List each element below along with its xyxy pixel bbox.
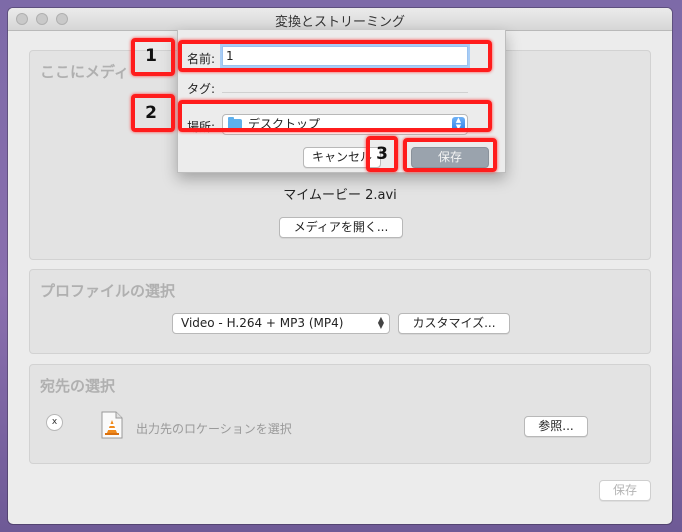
customize-button[interactable]: カスタマイズ... xyxy=(398,313,510,334)
tags-label: タグ: xyxy=(187,82,216,96)
vlc-cone-document-icon xyxy=(101,411,123,439)
profile-section-title: プロファイルの選択 xyxy=(40,282,176,300)
profile-select-value: Video - H.264 + MP3 (MP4) xyxy=(181,316,344,330)
annotation-number-1: 1 xyxy=(145,46,157,66)
convert-stream-window: 変換とストリーミング ここにメディ マイムービー 2.avi メディアを開く..… xyxy=(8,8,672,524)
media-section-title: ここにメディ xyxy=(40,63,129,81)
browse-button[interactable]: 参照... xyxy=(524,416,588,437)
tags-field[interactable] xyxy=(222,92,468,93)
destination-section: 宛先の選択 x 出力先のロケーションを選択 参照... xyxy=(29,364,651,464)
title-bar: 変換とストリーミング xyxy=(8,8,672,31)
up-down-arrows-icon: ▲ ▼ xyxy=(377,315,384,330)
destination-section-title: 宛先の選択 xyxy=(40,377,116,395)
location-placeholder: 出力先のロケーションを選択 xyxy=(136,422,292,436)
profile-select[interactable]: Video - H.264 + MP3 (MP4) ▲ ▼ xyxy=(172,313,390,334)
window-title: 変換とストリーミング xyxy=(274,15,405,30)
annotation-box-location xyxy=(178,100,492,132)
annotation-number-3: 3 xyxy=(376,144,388,164)
open-media-button[interactable]: メディアを開く... xyxy=(279,217,403,238)
save-button[interactable]: 保存 xyxy=(599,480,651,501)
annotation-box-name xyxy=(178,40,492,72)
annotation-number-2: 2 xyxy=(145,103,157,123)
annotation-box-save xyxy=(403,138,497,172)
profile-section: プロファイルの選択 Video - H.264 + MP3 (MP4) ▲ ▼ カ… xyxy=(29,269,651,354)
close-icon[interactable]: x xyxy=(46,414,63,431)
media-filename: マイムービー 2.avi xyxy=(283,188,397,203)
